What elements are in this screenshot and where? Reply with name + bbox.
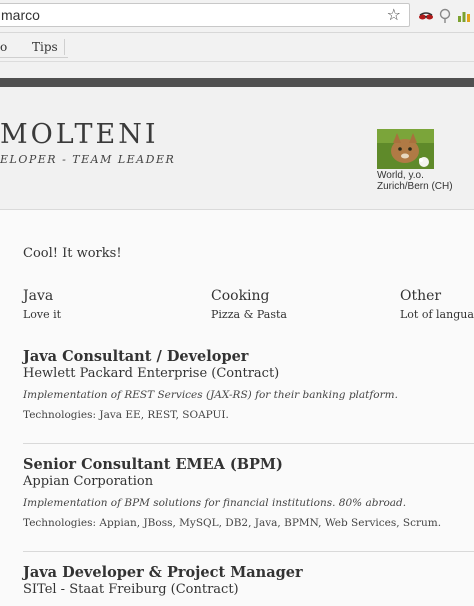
status-message: Cool! It works! bbox=[23, 246, 122, 261]
profile-header: MOLTENI ELOPER - TEAM LEADER World, y.o.… bbox=[0, 87, 474, 210]
skill-subtitle: Love it bbox=[23, 308, 62, 321]
job-title: Senior Consultant EMEA (BPM) bbox=[23, 456, 283, 473]
pin-extension-icon[interactable] bbox=[437, 8, 453, 24]
skill-title: Java bbox=[23, 288, 54, 304]
skill-subtitle: Lot of languages bbox=[400, 308, 474, 321]
profile-role: ELOPER - TEAM LEADER bbox=[0, 153, 176, 166]
main-content: Cool! It works! Java Love it Cooking Piz… bbox=[0, 210, 474, 606]
bookmark-star-icon[interactable]: ☆ bbox=[387, 5, 401, 24]
skill-cooking: Cooking Pizza & Pasta bbox=[211, 288, 287, 321]
bookmark-underline bbox=[0, 57, 68, 58]
address-text: marco bbox=[1, 7, 40, 23]
bookmark-separator bbox=[64, 39, 65, 55]
incognito-glasses-icon[interactable] bbox=[418, 8, 434, 24]
job-entry: Java Developer & Project Manager SITel -… bbox=[23, 564, 463, 597]
job-title: Java Consultant / Developer bbox=[23, 348, 249, 365]
section-divider bbox=[23, 443, 474, 444]
job-title: Java Developer & Project Manager bbox=[23, 564, 303, 581]
skill-title: Cooking bbox=[211, 288, 270, 304]
job-description: Implementation of REST Services (JAX-RS)… bbox=[23, 389, 398, 401]
bookmarks-bar: o Tips bbox=[0, 33, 474, 62]
job-company: SITel - Staat Freiburg (Contract) bbox=[23, 582, 239, 597]
skill-title: Other bbox=[400, 288, 442, 304]
profile-photo bbox=[377, 129, 434, 169]
bookmark-item-tips[interactable]: Tips bbox=[32, 40, 58, 54]
page-top-bar bbox=[0, 78, 474, 87]
job-entry: Java Consultant / Developer Hewlett Pack… bbox=[23, 348, 463, 421]
skill-subtitle: Pizza & Pasta bbox=[211, 308, 287, 321]
skill-other: Other Lot of languages bbox=[400, 288, 474, 321]
job-company: Hewlett Packard Enterprise (Contract) bbox=[23, 366, 280, 381]
job-technologies: Technologies: Java EE, REST, SOAPUI. bbox=[23, 409, 229, 421]
profile-name: MOLTENI bbox=[0, 119, 159, 150]
browser-toolbar: marco ☆ bbox=[0, 0, 474, 33]
address-bar[interactable]: marco ☆ bbox=[0, 3, 410, 27]
chart-extension-icon[interactable] bbox=[456, 8, 472, 24]
job-technologies: Technologies: Appian, JBoss, MySQL, DB2,… bbox=[23, 517, 442, 529]
location-line2: Zurich/Bern (CH) bbox=[377, 181, 453, 192]
job-entry: Senior Consultant EMEA (BPM) Appian Corp… bbox=[23, 456, 463, 529]
skill-java: Java Love it bbox=[23, 288, 61, 321]
job-description: Implementation of BPM solutions for fina… bbox=[23, 497, 407, 509]
job-company: Appian Corporation bbox=[23, 474, 154, 489]
location-line1: World, y.o. bbox=[377, 170, 424, 181]
bookmark-item[interactable]: o bbox=[0, 40, 7, 54]
section-divider bbox=[23, 551, 474, 552]
